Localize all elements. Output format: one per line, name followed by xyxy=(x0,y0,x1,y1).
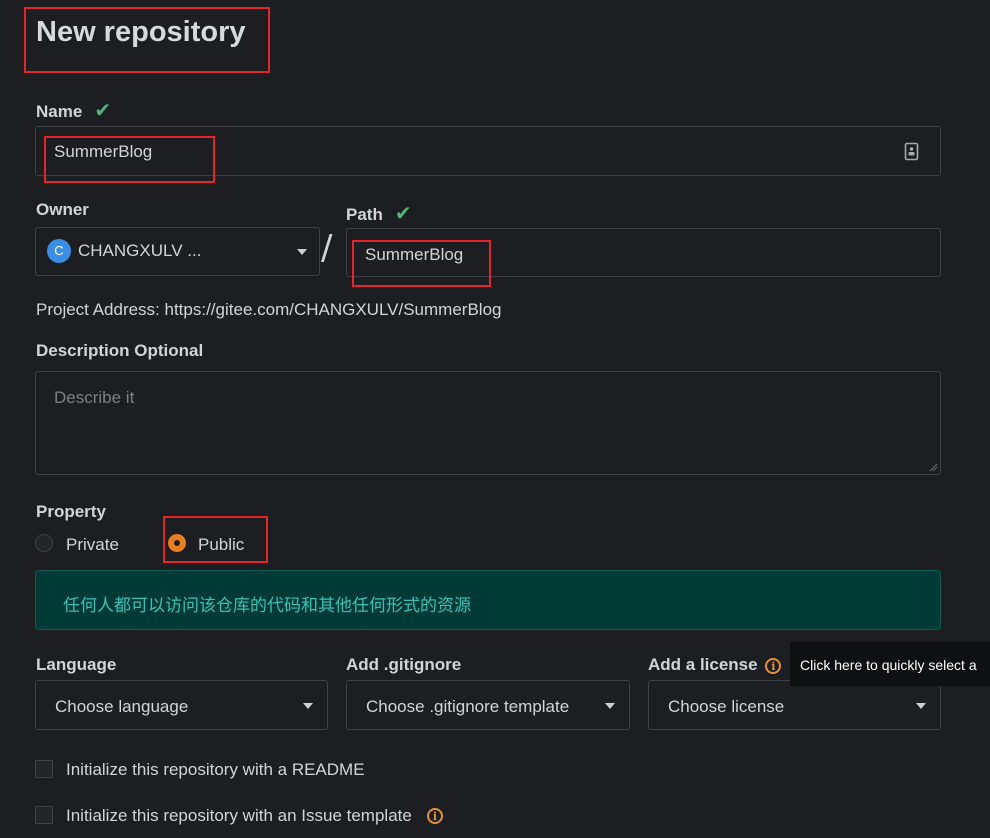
description-label: Description Optional xyxy=(36,341,204,360)
check-icon: ✔ xyxy=(94,100,112,122)
gitignore-select[interactable]: Choose .gitignore template xyxy=(346,680,630,730)
language-value: Choose language xyxy=(55,697,189,716)
info-icon[interactable]: i xyxy=(427,808,443,824)
highlight-name xyxy=(44,136,215,183)
highlight-path xyxy=(352,240,491,287)
init-issue-option[interactable]: Initialize this repository with an Issue… xyxy=(35,805,455,827)
name-label: Name xyxy=(36,102,83,121)
language-label: Language xyxy=(36,655,117,674)
chevron-down-icon xyxy=(916,703,926,709)
radio-private-circle[interactable] xyxy=(35,534,53,552)
init-readme-option[interactable]: Initialize this repository with a README xyxy=(35,759,395,781)
license-label: Add a license xyxy=(648,655,758,674)
project-address: Project Address: https://gitee.com/CHANG… xyxy=(36,300,502,319)
chevron-down-icon xyxy=(297,249,307,255)
resize-handle-icon[interactable] xyxy=(929,463,938,472)
init-readme-label: Initialize this repository with a README xyxy=(66,760,365,779)
owner-label: Owner xyxy=(36,200,89,219)
gitignore-value: Choose .gitignore template xyxy=(366,697,570,716)
contact-card-icon[interactable] xyxy=(904,142,920,162)
description-textarea[interactable]: Describe it xyxy=(35,371,941,475)
property-label: Property xyxy=(36,502,106,521)
chevron-down-icon xyxy=(605,703,615,709)
info-icon[interactable]: i xyxy=(765,657,782,674)
license-tooltip: Click here to quickly select a xyxy=(790,642,990,686)
visibility-notice-text: 任何人都可以访问该仓库的代码和其他任何形式的资源 xyxy=(63,596,471,616)
path-label-row: Path ✔ xyxy=(346,201,412,226)
check-icon: ✔ xyxy=(394,203,412,225)
highlight-public xyxy=(163,516,268,563)
owner-select[interactable]: C CHANGXULV ... xyxy=(35,227,320,276)
description-placeholder: Describe it xyxy=(54,388,135,407)
path-label: Path xyxy=(346,205,383,224)
init-issue-label: Initialize this repository with an Issue… xyxy=(66,806,412,825)
gitignore-label: Add .gitignore xyxy=(346,655,462,674)
name-label-row: Name ✔ xyxy=(36,98,111,123)
avatar: C xyxy=(47,239,71,263)
highlight-title xyxy=(24,7,270,73)
license-select[interactable]: Choose license xyxy=(648,680,941,730)
radio-private[interactable]: Private xyxy=(35,534,145,556)
license-tooltip-text: Click here to quickly select a xyxy=(800,657,977,673)
language-select[interactable]: Choose language xyxy=(35,680,328,730)
visibility-notice: 任何人都可以访问该仓库的代码和其他任何形式的资源 xyxy=(35,570,941,630)
license-value: Choose license xyxy=(668,697,785,716)
license-label-row: Add a license i xyxy=(648,655,782,675)
owner-value: CHANGXULV ... xyxy=(78,241,202,260)
init-readme-checkbox[interactable] xyxy=(35,760,53,778)
path-separator: / xyxy=(321,228,333,268)
radio-private-label: Private xyxy=(66,535,119,554)
init-issue-checkbox[interactable] xyxy=(35,806,53,824)
chevron-down-icon xyxy=(303,703,313,709)
